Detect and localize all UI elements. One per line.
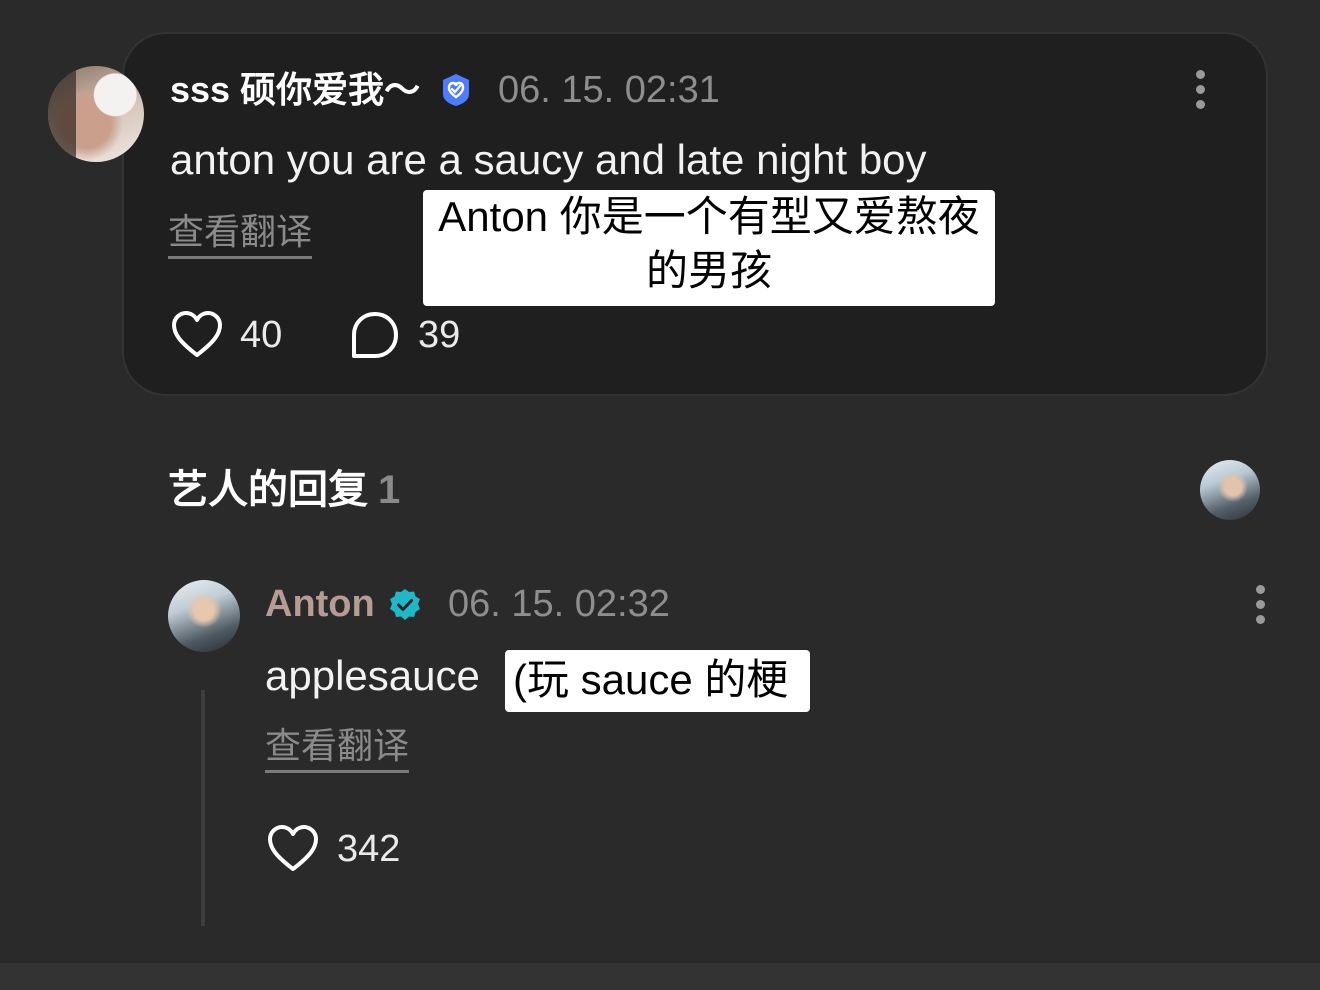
commenter-avatar[interactable]	[48, 66, 144, 162]
translate-link[interactable]: 查看翻译	[168, 210, 313, 259]
reply-like-count: 342	[337, 828, 401, 870]
reply-author-name[interactable]: Anton	[265, 580, 375, 628]
avatar-shadow	[48, 66, 76, 162]
reply-thread-line	[201, 690, 205, 926]
comment-text: anton you are a saucy and late night boy	[170, 136, 927, 183]
anton-avatar[interactable]	[168, 580, 240, 652]
translate-link[interactable]: 查看翻译	[265, 724, 410, 773]
like-heart-icon[interactable]	[266, 824, 320, 874]
verified-badge-icon	[443, 74, 469, 106]
artist-reply-heading: 艺人的回复 1	[168, 464, 400, 516]
translation-annotation: Anton 你是一个有型又爱熬夜 的男孩	[423, 190, 995, 306]
reply-count: 39	[418, 314, 461, 356]
annotation-line-2: 的男孩	[645, 247, 772, 294]
reply-timestamp: 06. 15. 02:32	[448, 583, 670, 625]
comment-timestamp: 06. 15. 02:31	[498, 69, 720, 111]
artist-reply-count: 1	[378, 468, 401, 512]
like-heart-icon[interactable]	[170, 310, 224, 360]
reply-text: applesauce	[265, 652, 480, 699]
more-options-icon[interactable]	[1194, 70, 1206, 110]
artist-avatar-small[interactable]	[1200, 460, 1260, 520]
reply-annotation: (玩 sauce 的梗	[505, 650, 810, 712]
reply-bubble-icon[interactable]	[350, 310, 400, 360]
commenter-username[interactable]: sss 硕你爱我～	[170, 66, 420, 114]
annotation-line-1: Anton 你是一个有型又爱熬夜	[438, 193, 980, 240]
bottom-bar	[0, 963, 1320, 990]
like-count: 40	[240, 314, 283, 356]
verified-badge-icon	[390, 589, 420, 620]
artist-reply-title: 艺人的回复	[168, 468, 368, 512]
more-options-icon[interactable]	[1254, 585, 1266, 625]
